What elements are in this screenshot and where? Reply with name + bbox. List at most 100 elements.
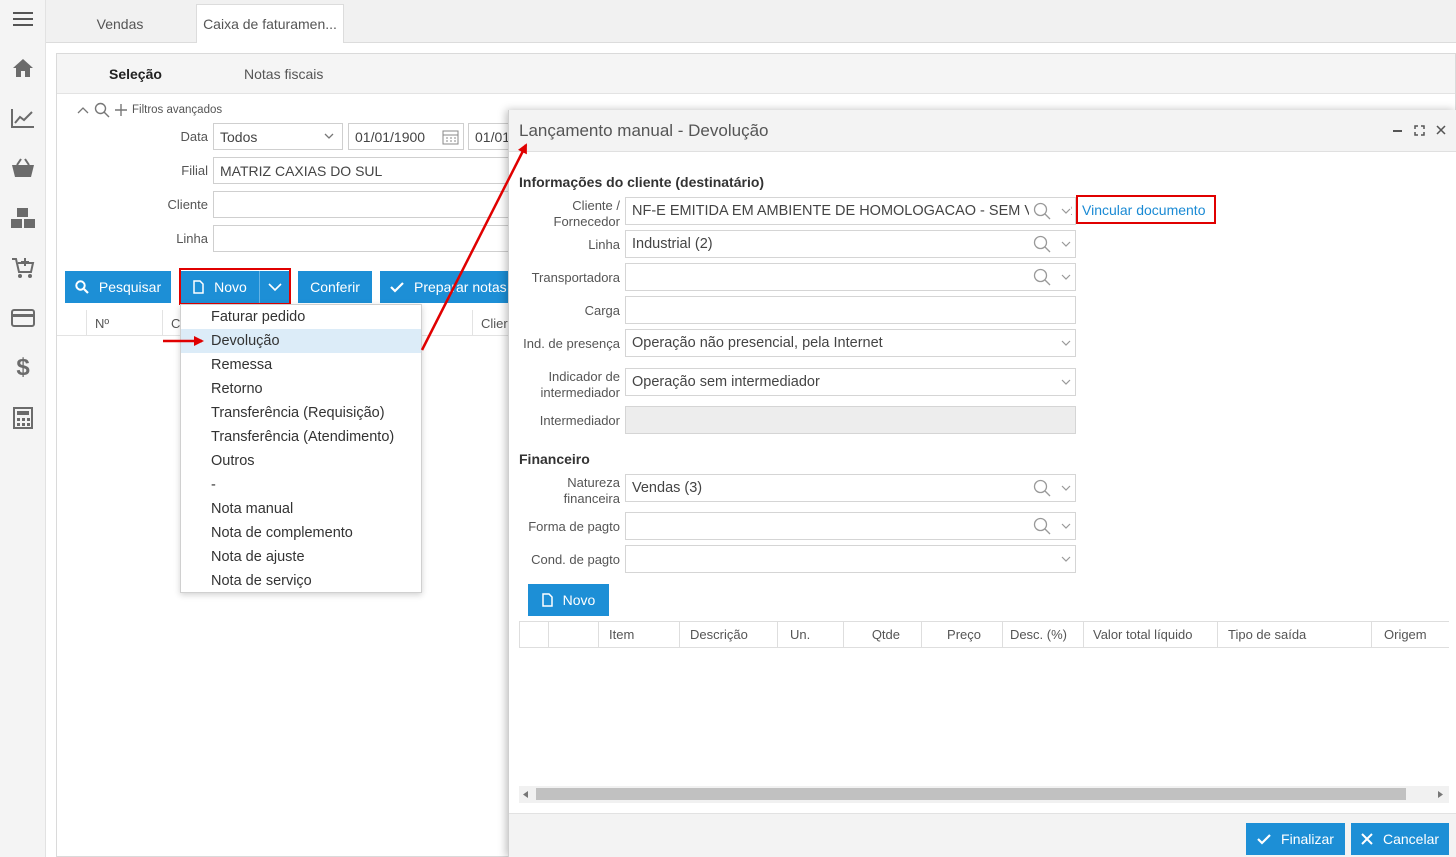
modal-lancamento-manual: Lançamento manual - Devolução Informaçõe…: [508, 110, 1456, 857]
preparar-notas-button[interactable]: Preparar notas: [380, 271, 509, 303]
grid-col-cliente[interactable]: Clier: [473, 310, 509, 336]
basket-icon[interactable]: [0, 151, 46, 185]
menu-item-nota-ajuste[interactable]: Nota de ajuste: [181, 545, 421, 569]
search-icon: [75, 280, 89, 294]
calculator-icon[interactable]: [0, 401, 46, 435]
carga-field[interactable]: [625, 296, 1076, 324]
dollar-icon[interactable]: $: [0, 351, 46, 385]
scroll-left-icon[interactable]: [523, 791, 528, 798]
boxes-icon[interactable]: [0, 201, 46, 235]
horizontal-scrollbar[interactable]: [519, 786, 1449, 803]
menu-item-transferencia-atendimento[interactable]: Transferência (Atendimento): [181, 425, 421, 449]
chevron-down-icon[interactable]: [1061, 379, 1071, 386]
grid-col-valor-total[interactable]: Valor total líquido: [1084, 622, 1218, 647]
presenca-select[interactable]: Operação não presencial, pela Internet: [625, 329, 1076, 357]
cliente-label: Cliente: [167, 197, 208, 212]
intermediador-label: Intermediador: [539, 413, 620, 428]
plus-icon[interactable]: [115, 104, 127, 116]
check-icon: [1257, 833, 1271, 845]
filial-field[interactable]: MATRIZ CAXIAS DO SUL: [213, 157, 509, 184]
chevron-down-icon[interactable]: [1061, 340, 1071, 347]
chevron-down-icon[interactable]: [1061, 241, 1071, 248]
grid-col-qtde[interactable]: Qtde: [844, 622, 922, 647]
search-icon[interactable]: [1033, 235, 1051, 253]
modal-title: Lançamento manual - Devolução: [519, 121, 769, 140]
credit-card-icon[interactable]: [0, 301, 46, 335]
menu-item-remessa[interactable]: Remessa: [181, 353, 421, 377]
calendar-icon[interactable]: [442, 129, 459, 145]
chart-icon[interactable]: [0, 101, 46, 135]
grid-col-descricao[interactable]: Descrição: [680, 622, 778, 647]
indicador-select[interactable]: Operação sem intermediador: [625, 368, 1076, 396]
date-from-field[interactable]: 01/01/1900: [348, 123, 464, 150]
tab-vendas[interactable]: Vendas: [71, 4, 169, 43]
menu-item-faturar-pedido[interactable]: Faturar pedido: [181, 305, 421, 329]
grid-col-item[interactable]: Item: [599, 622, 680, 647]
menu-item-nota-servico[interactable]: Nota de serviço: [181, 569, 421, 593]
natureza-financeira-field[interactable]: Vendas (3): [625, 474, 1076, 502]
conferir-button[interactable]: Conferir: [298, 271, 372, 303]
menu-icon[interactable]: [0, 2, 46, 36]
grid-col-un[interactable]: Un.: [778, 622, 844, 647]
transportadora-field[interactable]: [625, 263, 1076, 291]
chevron-down-icon[interactable]: [1061, 485, 1071, 492]
chevron-down-icon[interactable]: [1061, 556, 1071, 563]
linha-label: Linha: [176, 231, 208, 246]
grid-col-tipo-saida[interactable]: Tipo de saída: [1218, 622, 1372, 647]
linha-field[interactable]: [213, 225, 509, 252]
home-icon[interactable]: [0, 51, 46, 85]
grid-col-check[interactable]: [520, 622, 549, 647]
advanced-filters-label: Filtros avançados: [132, 104, 223, 116]
scrollbar-thumb[interactable]: [536, 788, 1406, 800]
subtab-notas-fiscais[interactable]: Notas fiscais: [244, 54, 323, 94]
cond-pagto-select[interactable]: [625, 545, 1076, 573]
cart-add-icon[interactable]: [0, 251, 46, 285]
pesquisar-button[interactable]: Pesquisar: [65, 271, 171, 303]
scroll-right-icon[interactable]: [1438, 791, 1443, 798]
menu-separator: -: [211, 477, 216, 493]
menu-item-retorno[interactable]: Retorno: [181, 377, 421, 401]
menu-item-nota-complemento[interactable]: Nota de complemento: [181, 521, 421, 545]
grid-col-desconto[interactable]: Desc. (%): [1003, 622, 1084, 647]
grid-col-empty[interactable]: [549, 622, 599, 647]
close-icon[interactable]: [1436, 125, 1446, 135]
maximize-icon[interactable]: [1414, 125, 1425, 136]
grid-col-preco[interactable]: Preço: [922, 622, 1003, 647]
chevron-down-icon[interactable]: [1061, 523, 1071, 530]
forma-pagto-field[interactable]: [625, 512, 1076, 540]
grid-col-number[interactable]: Nº: [87, 310, 163, 336]
grid-col-select[interactable]: [57, 310, 87, 336]
presenca-label: Ind. de presença: [523, 336, 620, 351]
filial-label: Filial: [181, 163, 208, 178]
finalizar-button[interactable]: Finalizar: [1246, 823, 1345, 855]
linha-field[interactable]: Industrial (2): [625, 230, 1076, 258]
chevron-down-icon[interactable]: [1061, 208, 1071, 215]
menu-item-nota-manual[interactable]: Nota manual: [181, 497, 421, 521]
search-icon[interactable]: [94, 102, 110, 118]
advanced-filters[interactable]: Filtros avançados: [77, 102, 222, 118]
chevron-down-icon[interactable]: [1061, 274, 1071, 281]
chevron-up-icon[interactable]: [77, 106, 89, 114]
minimize-icon[interactable]: [1393, 130, 1402, 132]
intermediador-field: [625, 406, 1076, 434]
menu-item-transferencia-requisicao[interactable]: Transferência (Requisição): [181, 401, 421, 425]
menu-item-outros[interactable]: Outros: [181, 449, 421, 473]
subtab-selecao[interactable]: Seleção: [109, 54, 162, 94]
indicador-label: Indicador de intermediador: [540, 369, 621, 400]
chevron-down-icon: [324, 133, 334, 139]
menu-item-devolucao[interactable]: Devolução: [181, 329, 421, 353]
data-label: Data: [180, 129, 208, 144]
subtab-bar: Seleção Notas fiscais: [57, 54, 1455, 94]
tab-caixa-faturamento[interactable]: Caixa de faturamen...: [196, 4, 344, 43]
cancelar-button[interactable]: Cancelar: [1351, 823, 1449, 855]
cliente-field[interactable]: [213, 191, 509, 218]
grid-col-origem[interactable]: Origem: [1372, 622, 1450, 647]
search-icon[interactable]: [1033, 517, 1051, 535]
modal-novo-button[interactable]: Novo: [528, 584, 609, 616]
search-icon[interactable]: [1033, 202, 1051, 220]
data-select[interactable]: Todos: [213, 123, 343, 150]
search-icon[interactable]: [1033, 479, 1051, 497]
search-icon[interactable]: [1033, 268, 1051, 286]
date-to-field[interactable]: 01/01: [468, 123, 509, 150]
cliente-fornecedor-field[interactable]: NF-E EMITIDA EM AMBIENTE DE HOMOLOGACAO …: [625, 197, 1076, 225]
